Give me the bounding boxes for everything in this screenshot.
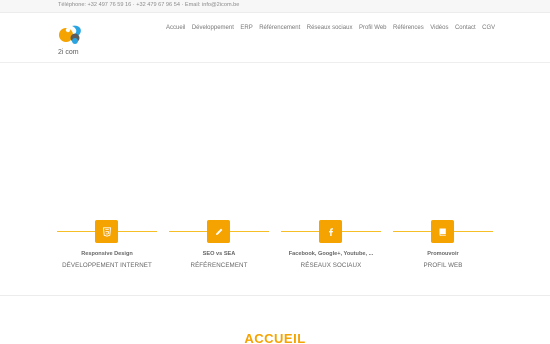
facebook-icon (319, 220, 342, 243)
contact-info: Téléphone: +32 497 76 59 16 · +32 479 67… (58, 2, 240, 8)
page-title: ACCUEIL (244, 331, 306, 344)
feature-subtitle[interactable]: DÉVELOPPEMENT INTERNET (47, 262, 167, 269)
logo-mark-icon: 2i com (58, 25, 81, 56)
main-navigation: Accueil Développement ERP Référencement … (166, 25, 502, 31)
nav-item-developpement[interactable]: Développement (192, 25, 234, 31)
feature-subtitle[interactable]: PROFIL WEB (383, 262, 503, 269)
logo-text: 2i com (58, 49, 79, 56)
feature-profil-web[interactable]: Promouvoir PROFIL WEB (393, 219, 493, 279)
book-icon (431, 220, 454, 243)
section-divider (0, 295, 550, 296)
feature-social[interactable]: Facebook, Google+, Youtube, ... RÉSEAUX … (281, 219, 381, 279)
feature-development[interactable]: Responsive Design DÉVELOPPEMENT INTERNET (57, 219, 157, 279)
nav-item-videos[interactable]: Vidéos (430, 25, 448, 31)
feature-title: Promouvoir (427, 251, 459, 257)
nav-item-referencement[interactable]: Référencement (259, 25, 300, 31)
nav-item-accueil[interactable]: Accueil (166, 25, 185, 31)
nav-item-contact[interactable]: Contact (455, 25, 476, 31)
nav-item-cgv[interactable]: CGV (482, 25, 495, 31)
html5-icon (95, 220, 118, 243)
feature-title: Facebook, Google+, Youtube, ... (288, 251, 374, 257)
feature-subtitle[interactable]: RÉFÉRENCEMENT (159, 262, 279, 269)
nav-item-references[interactable]: Références (393, 25, 424, 31)
site-logo[interactable]: 2i com (56, 21, 86, 57)
nav-item-profil-web[interactable]: Profil Web (359, 25, 387, 31)
top-contact-bar: Téléphone: +32 497 76 59 16 · +32 479 67… (0, 0, 550, 13)
feature-subtitle[interactable]: RÉSEAUX SOCIAUX (271, 262, 391, 269)
feature-referencement[interactable]: SEO vs SEA RÉFÉRENCEMENT (169, 219, 269, 279)
feature-title: SEO vs SEA (202, 251, 236, 257)
nav-item-erp[interactable]: ERP (240, 25, 252, 31)
nav-item-reseaux-sociaux[interactable]: Réseaux sociaux (307, 25, 353, 31)
site-header: 2i com Accueil Développement ERP Référen… (0, 13, 550, 63)
pencil-icon (207, 220, 230, 243)
feature-title: Responsive Design (81, 251, 133, 257)
hero-area (0, 64, 550, 214)
features-row: Responsive Design DÉVELOPPEMENT INTERNET… (57, 219, 493, 279)
